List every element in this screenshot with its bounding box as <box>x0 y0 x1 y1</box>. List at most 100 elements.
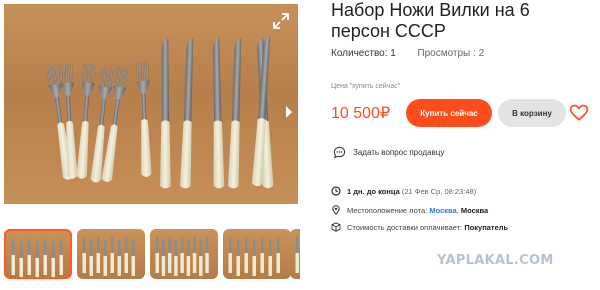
thumb-utensil-handle <box>124 253 128 273</box>
thumb-utensil-handle <box>180 253 184 273</box>
thumb-utensil-handle <box>103 256 107 276</box>
thumbnail-4[interactable] <box>223 229 291 279</box>
thumbnail-image <box>11 239 63 277</box>
price-caption: Цена "купить сейчас" <box>331 83 401 90</box>
shipping-row: Стоимость доставки оплачивает: Покупател… <box>331 222 508 232</box>
thumbnail-image <box>82 237 135 276</box>
watermark: YAPLAKAL.COM <box>437 253 554 268</box>
thumb-utensil-blade <box>20 242 23 258</box>
thumbnail-5[interactable] <box>290 229 300 279</box>
thumb-utensil-blade <box>132 240 135 256</box>
thumb-utensil-blade <box>296 237 299 253</box>
thumb-utensil-handle <box>43 255 47 275</box>
pin-icon <box>332 205 340 215</box>
thumbnail-image <box>155 237 209 276</box>
thumb-utensil-handle <box>82 253 86 273</box>
thumb-utensil-blade <box>180 237 184 253</box>
thumb-utensil-blade <box>28 239 31 255</box>
views-label: Просмотры : <box>417 48 476 59</box>
views-value: 2 <box>478 48 485 59</box>
thumb-utensil-handle <box>167 253 172 273</box>
thumb-utensil-blade <box>90 240 93 256</box>
thumbnail-2[interactable] <box>77 229 145 279</box>
page-title: Набор Ножи Вилки на 6 персон СССР <box>331 0 530 41</box>
location-separator: , <box>456 205 459 215</box>
thumb-utensil-blade <box>118 240 121 256</box>
chat-icon <box>333 146 346 159</box>
add-to-cart-button[interactable]: В корзину <box>498 99 566 127</box>
thumb-utensil-handle <box>236 256 240 276</box>
thumb-utensil-handle <box>205 253 209 273</box>
quantity-value: 1 <box>390 48 396 59</box>
thumb-utensil-blade <box>83 237 86 253</box>
expand-icon[interactable] <box>272 12 290 30</box>
thumb-utensil-blade <box>205 237 209 253</box>
thumb-utensil-handle <box>117 256 121 276</box>
thumb-utensil-handle <box>11 255 15 275</box>
buy-now-button[interactable]: Купить сейчас <box>406 99 492 127</box>
thumb-utensil-handle <box>260 253 264 273</box>
thumb-utensil-blade <box>261 237 264 253</box>
thumb-utensil-handle <box>59 255 63 275</box>
thumb-utensil-handle <box>295 253 299 273</box>
listing-meta: Количество: 1 Просмотры : 2 <box>331 48 484 59</box>
fork-shape <box>76 63 96 179</box>
thumb-utensil-blade <box>229 237 232 253</box>
thumb-utensil-handle <box>244 253 248 273</box>
thumbnail-strip <box>4 229 300 279</box>
thumb-utensil-handle <box>174 256 178 276</box>
main-product-photo[interactable] <box>4 4 298 204</box>
thumb-utensil-blade <box>277 237 280 253</box>
knife-shape <box>179 38 194 189</box>
thumb-utensil-handle <box>110 253 114 273</box>
thumbnail-image <box>295 237 299 273</box>
thumb-utensil-blade <box>104 240 107 256</box>
thumb-utensil-handle <box>89 256 93 276</box>
thumb-utensil-handle <box>155 253 159 273</box>
thumb-utensil-handle <box>19 258 23 277</box>
thumb-utensil-handle <box>35 258 39 277</box>
knife-shape <box>227 38 242 189</box>
thumb-utensil-blade <box>193 237 196 253</box>
thumb-utensil-handle <box>51 258 55 277</box>
ask-seller-label: Задать вопрос продавцу <box>353 148 445 157</box>
thumb-utensil-blade <box>269 240 272 256</box>
heart-icon[interactable] <box>569 103 589 123</box>
thumb-utensil-blade <box>162 240 165 256</box>
thumb-utensil-handle <box>161 256 166 276</box>
thumb-utensil-blade <box>253 240 256 256</box>
thumb-utensil-handle <box>96 253 100 273</box>
thumb-utensil-handle <box>276 253 280 273</box>
shipping-label: Стоимость доставки оплачивает: <box>347 222 463 232</box>
thumb-utensil-handle <box>268 256 272 276</box>
knife-shape <box>160 38 171 189</box>
thumb-utensil-blade <box>52 242 55 258</box>
thumb-utensil-handle <box>192 253 197 273</box>
knife-shape <box>212 38 225 189</box>
price: 10 500₽ <box>331 105 391 122</box>
thumb-utensil-blade <box>199 240 203 256</box>
location-region: Москва <box>460 205 489 215</box>
location-label: Местоположение лота: <box>347 205 428 215</box>
thumb-utensil-handle <box>186 256 191 276</box>
thumb-utensil-blade <box>60 239 63 255</box>
box-icon <box>331 222 341 232</box>
thumbnail-3[interactable] <box>150 229 218 279</box>
thumb-utensil-blade <box>36 242 39 258</box>
clock-icon <box>331 186 341 196</box>
thumb-utensil-blade <box>111 237 114 253</box>
location-city-link[interactable]: Москва <box>429 206 456 215</box>
thumb-utensil-blade <box>156 237 159 253</box>
chevron-right-icon[interactable] <box>284 105 294 119</box>
thumbnail-1[interactable] <box>4 229 72 279</box>
thumb-utensil-handle <box>131 256 135 276</box>
fork-shape <box>136 61 152 177</box>
ask-seller-link[interactable]: Задать вопрос продавцу <box>333 146 444 159</box>
thumb-utensil-blade <box>187 240 190 256</box>
thumb-utensil-handle <box>228 253 232 273</box>
location-row: Местоположение лота: Москва, Москва <box>331 205 488 215</box>
quantity-label: Количество: <box>331 48 388 59</box>
thumb-utensil-blade <box>237 240 240 256</box>
thumb-utensil-handle <box>27 255 31 275</box>
thumb-utensil-blade <box>125 237 128 253</box>
